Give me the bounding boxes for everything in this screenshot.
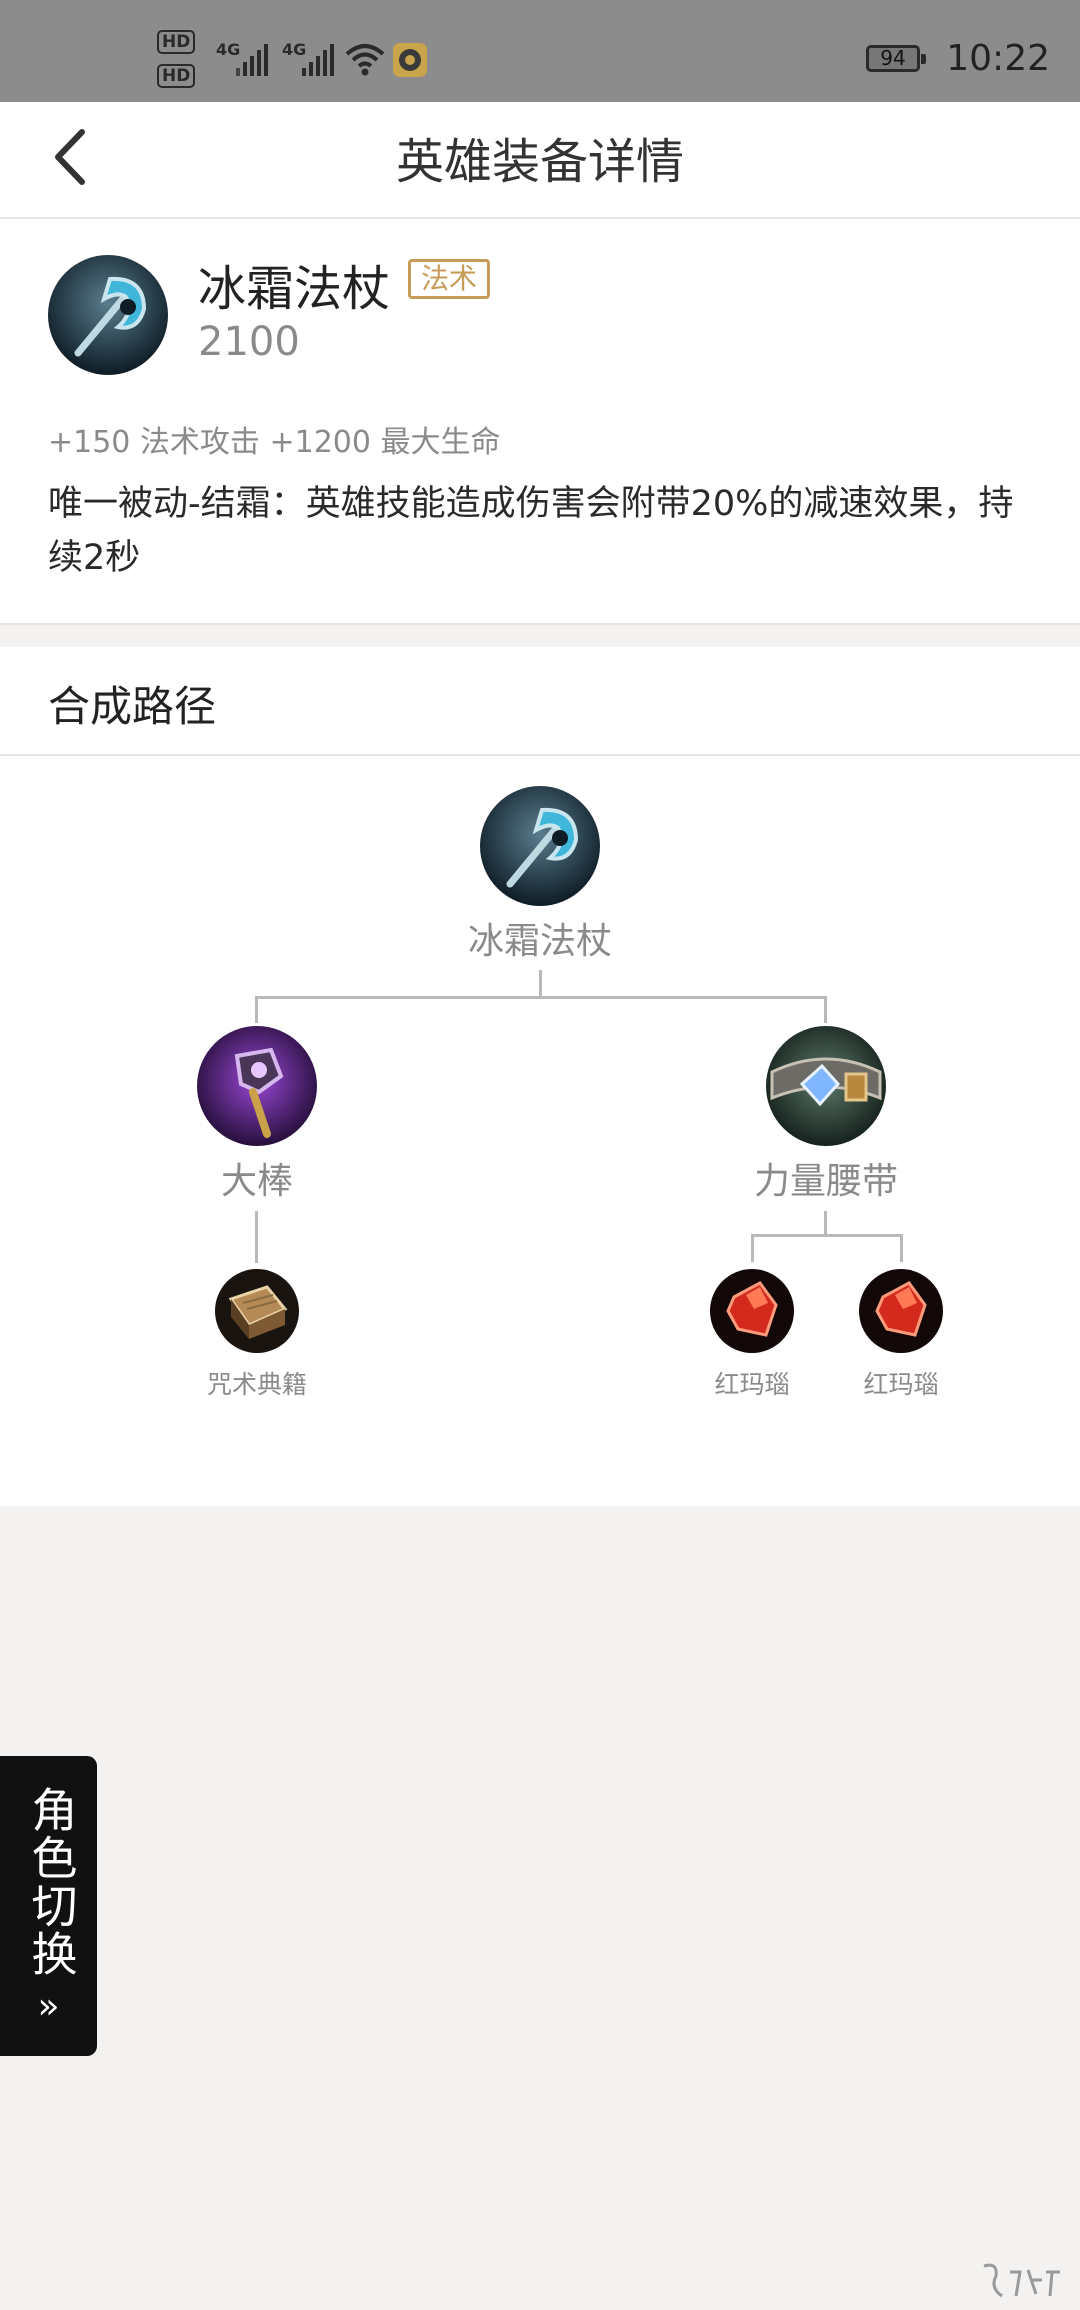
connector-line xyxy=(824,996,827,1023)
connector-line xyxy=(900,1234,903,1262)
build-path-tree: 冰霜法杖 大棒 力量腰带 咒术典籍 红玛瑙 红玛瑙 xyxy=(0,756,1080,1506)
connector-line xyxy=(751,1234,754,1262)
tree-node-label: 力量腰带 xyxy=(753,1161,898,1202)
hd-indicator-2: HD xyxy=(157,64,196,88)
item-category-badge: 法术 xyxy=(408,259,491,299)
app-notification-icon xyxy=(393,43,427,77)
frost-staff-icon xyxy=(480,786,600,906)
connector-line xyxy=(751,1234,902,1237)
tree-node-root[interactable]: 冰霜法杖 xyxy=(440,786,640,964)
section-title: 合成路径 xyxy=(48,682,217,731)
belt-icon xyxy=(766,1026,886,1146)
title-bar: 英雄装备详情 xyxy=(0,102,1080,219)
tree-node-red-agate[interactable]: 红玛瑙 xyxy=(831,1269,971,1401)
item-stats: +150 法术攻击 +1200 最大生命 xyxy=(48,425,501,460)
role-switch-tab[interactable]: 角色切换 » xyxy=(0,1756,97,2056)
watermark-logo xyxy=(983,2263,1060,2298)
connector-line xyxy=(824,1211,827,1235)
status-bar: HD HD 4G 4G 94 10:22 xyxy=(0,0,1080,102)
hd-indicator-1: HD xyxy=(157,30,196,54)
item-passive-description: 唯一被动-结霜：英雄技能造成伤害会附带20%的减速效果，持续2秒 xyxy=(48,484,1014,578)
frost-staff-icon xyxy=(48,255,168,375)
tree-node-power-belt[interactable]: 力量腰带 xyxy=(726,1026,926,1204)
red-gem-icon xyxy=(710,1269,794,1353)
clock: 10:22 xyxy=(946,38,1050,79)
role-switch-label: 角色切换 xyxy=(24,1786,79,1978)
item-detail-card: 冰霜法杖 法术 2100 +150 法术攻击 +1200 最大生命 唯一被动-结… xyxy=(0,219,1080,625)
tree-node-label: 咒术典籍 xyxy=(206,1370,307,1399)
tree-node-red-agate[interactable]: 红玛瑙 xyxy=(682,1269,822,1401)
book-icon xyxy=(215,1269,299,1353)
tree-node-label: 红玛瑙 xyxy=(714,1370,790,1399)
item-name: 冰霜法杖 xyxy=(198,261,391,317)
tree-node-label: 冰霜法杖 xyxy=(467,921,612,962)
tree-node-label: 红玛瑙 xyxy=(863,1370,939,1399)
connector-line xyxy=(255,996,827,999)
item-price: 2100 xyxy=(198,319,300,365)
tree-node-big-stick[interactable]: 大棒 xyxy=(157,1026,357,1204)
connector-line xyxy=(539,970,542,998)
tree-node-spell-tome[interactable]: 咒术典籍 xyxy=(187,1269,327,1401)
build-path-header: 合成路径 xyxy=(0,647,1080,756)
battery-icon: 94 xyxy=(866,45,926,72)
red-gem-icon xyxy=(859,1269,943,1353)
page-title: 英雄装备详情 xyxy=(395,134,684,190)
wifi-icon xyxy=(345,44,385,76)
tree-node-label: 大棒 xyxy=(220,1161,293,1202)
double-chevron-right-icon: » xyxy=(37,1986,60,2027)
connector-line xyxy=(255,1211,258,1263)
signal-icon-1 xyxy=(236,44,268,76)
connector-line xyxy=(255,996,258,1023)
purple-staff-icon xyxy=(197,1026,317,1146)
signal-icon-2 xyxy=(302,44,334,76)
